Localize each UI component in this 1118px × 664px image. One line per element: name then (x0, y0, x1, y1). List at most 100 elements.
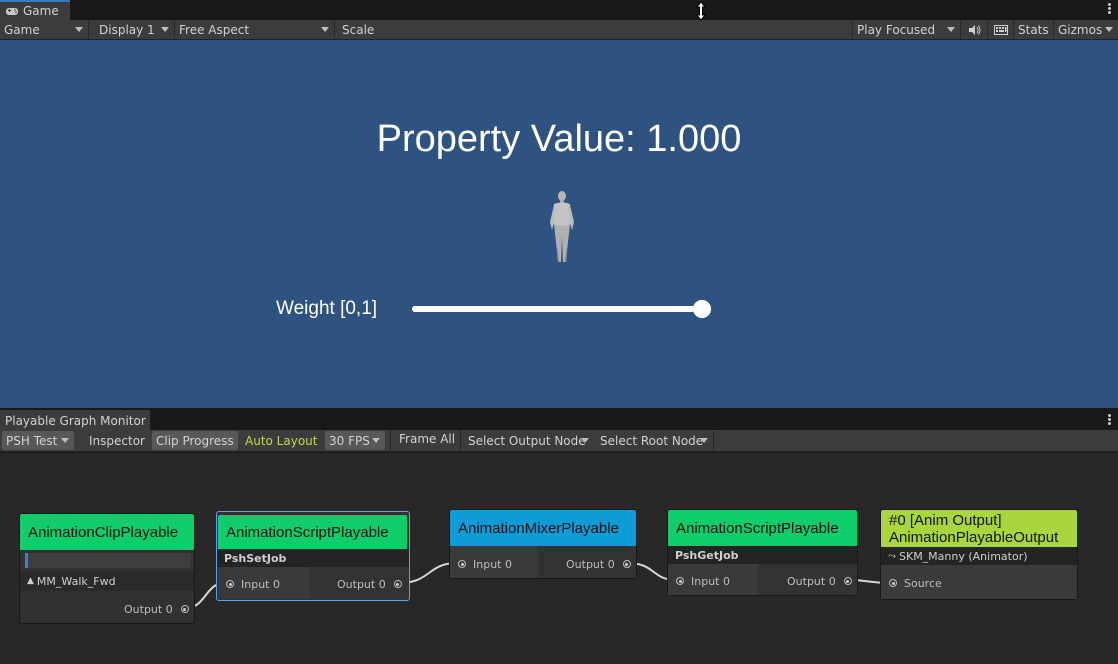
clip-asset-name: MM_Walk_Fwd (36, 574, 116, 588)
weight-slider-thumb[interactable] (693, 300, 711, 318)
input-port[interactable]: Source (889, 571, 942, 595)
port-dot-icon (226, 580, 234, 588)
tab-game[interactable]: Game (0, 0, 70, 20)
chevron-down-icon (1105, 27, 1113, 32)
monitor-tab-label: Playable Graph Monitor (5, 413, 146, 428)
frame-all-label: Frame All (399, 431, 456, 446)
node-title: AnimationMixerPlayable (450, 510, 636, 546)
keyboard-icon (993, 25, 1008, 35)
port-dot-icon (393, 580, 402, 588)
game-tab-bar: Game (0, 0, 1118, 21)
character-model (550, 191, 574, 263)
node-title: #0 [Anim Output] AnimationPlayableOutput (881, 510, 1077, 547)
auto-layout-label: Auto Layout (245, 433, 318, 448)
node-job-name: PshSetJob (217, 549, 409, 567)
node-animation-playable-output[interactable]: #0 [Anim Output] AnimationPlayableOutput… (880, 509, 1078, 600)
clip-progress-bar (25, 553, 191, 568)
node-title: AnimationClipPlayable (20, 514, 194, 550)
output-port-label: Output 0 (566, 557, 615, 571)
chevron-down-icon (700, 438, 708, 443)
port-dot-icon (180, 605, 189, 613)
node-title-line2: AnimationPlayableOutput (889, 528, 1059, 546)
node-title: AnimationScriptPlayable (668, 510, 857, 546)
chevron-down-icon (372, 438, 380, 443)
output-port-label: Output 0 (337, 577, 386, 591)
keyboard-shortcuts-button[interactable] (988, 20, 1014, 40)
output-port-label: Output 0 (787, 574, 836, 588)
output-port[interactable]: Output 0 (124, 597, 189, 621)
select-root-node-label: Select Root Node (600, 433, 704, 448)
select-output-node-dropdown[interactable]: Select Output Node (464, 431, 594, 450)
game-more-menu-icon[interactable] (1106, 2, 1112, 18)
fps-dropdown[interactable]: 30 FPS (325, 431, 385, 450)
node-target: ⤳ SKM_Manny (Animator) (881, 547, 1077, 565)
tab-playable-graph-monitor[interactable]: Playable Graph Monitor (0, 410, 150, 431)
input-port[interactable]: Input 0 (458, 552, 512, 576)
select-output-node-label: Select Output Node (468, 433, 586, 448)
output-port-label: Output 0 (124, 602, 173, 616)
chevron-down-icon (321, 27, 329, 32)
graph-dropdown[interactable]: PSH Test (2, 431, 74, 450)
weight-slider-track[interactable] (412, 300, 711, 318)
scale-control: Scale (338, 20, 852, 40)
stats-label: Stats (1018, 23, 1049, 37)
node-title-line1: #0 [Anim Output] (889, 511, 1002, 529)
clip-progress-fill (25, 553, 28, 568)
port-dot-icon (843, 577, 852, 585)
port-dot-icon (622, 560, 631, 568)
chevron-down-icon (581, 438, 589, 443)
node-job-name: PshGetJob (668, 546, 857, 564)
fps-label: 30 FPS (329, 433, 370, 448)
tab-game-label: Game (23, 4, 59, 18)
node-title: AnimationScriptPlayable (218, 515, 407, 549)
input-port[interactable]: Input 0 (676, 569, 730, 593)
play-mode-dropdown[interactable]: Play Focused (852, 20, 961, 40)
mute-audio-button[interactable] (962, 20, 988, 40)
node-animation-script-playable-setjob[interactable]: AnimationScriptPlayable PshSetJob Input … (216, 511, 410, 601)
graph-dropdown-label: PSH Test (6, 433, 58, 448)
toolbar-divider (460, 430, 461, 452)
output-port[interactable]: Output 0 (337, 572, 402, 596)
chevron-down-icon (161, 27, 169, 32)
monitor-more-menu-icon[interactable] (1106, 413, 1112, 429)
animator-icon: ⤳ (888, 550, 896, 562)
frame-all-button[interactable]: Frame All (395, 429, 457, 448)
resize-cursor-icon (695, 1, 707, 21)
node-animation-mixer-playable[interactable]: AnimationMixerPlayable Input 0 Output 0 (449, 509, 637, 579)
clip-progress-label: Clip Progress (156, 433, 234, 448)
port-dot-icon (676, 577, 684, 585)
clip-progress-toggle[interactable]: Clip Progress (152, 431, 238, 450)
monitor-tab-bar: Playable Graph Monitor (0, 410, 1118, 431)
port-dot-icon (889, 579, 897, 587)
input-port-label: Input 0 (473, 557, 512, 571)
gizmos-dropdown[interactable]: Gizmos (1054, 20, 1118, 40)
aspect-label: Free Aspect (179, 23, 250, 37)
output-port[interactable]: Output 0 (566, 552, 631, 576)
chevron-down-icon (75, 27, 83, 32)
node-target-label: SKM_Manny (Animator) (899, 549, 1028, 563)
toolbar-divider (390, 430, 391, 452)
game-mode-dropdown[interactable]: Game (0, 20, 89, 40)
property-value-label: Property Value: 1.000 (376, 118, 742, 160)
weight-slider-fill (412, 306, 702, 312)
game-mode-label: Game (4, 23, 40, 37)
play-mode-label: Play Focused (857, 23, 936, 37)
input-port-label: Input 0 (241, 577, 280, 591)
node-animation-clip-playable[interactable]: AnimationClipPlayable ▲ MM_Walk_Fwd Outp… (19, 513, 195, 624)
stats-button[interactable]: Stats (1014, 20, 1054, 40)
inspector-toggle[interactable]: Inspector (85, 431, 149, 450)
gamepad-icon (6, 8, 18, 15)
node-animation-script-playable-getjob[interactable]: AnimationScriptPlayable PshGetJob Input … (667, 509, 858, 596)
clip-asset-field: ▲ MM_Walk_Fwd (20, 571, 194, 591)
game-toolbar: Game Display 1 Free Aspect Scale 1x Play… (0, 20, 1118, 56)
auto-layout-toggle[interactable]: Auto Layout (241, 431, 319, 450)
output-port[interactable]: Output 0 (787, 569, 852, 593)
aspect-dropdown[interactable]: Free Aspect (175, 20, 335, 40)
weight-label: Weight [0,1] (276, 298, 378, 319)
input-port[interactable]: Input 0 (226, 572, 280, 596)
select-root-node-dropdown[interactable]: Select Root Node (596, 431, 714, 450)
gizmos-label: Gizmos (1058, 23, 1103, 37)
display-dropdown[interactable]: Display 1 (95, 20, 175, 40)
game-view[interactable]: Property Value: 1.000 Weight [0,1] (0, 40, 1118, 408)
chevron-down-icon (947, 27, 955, 32)
